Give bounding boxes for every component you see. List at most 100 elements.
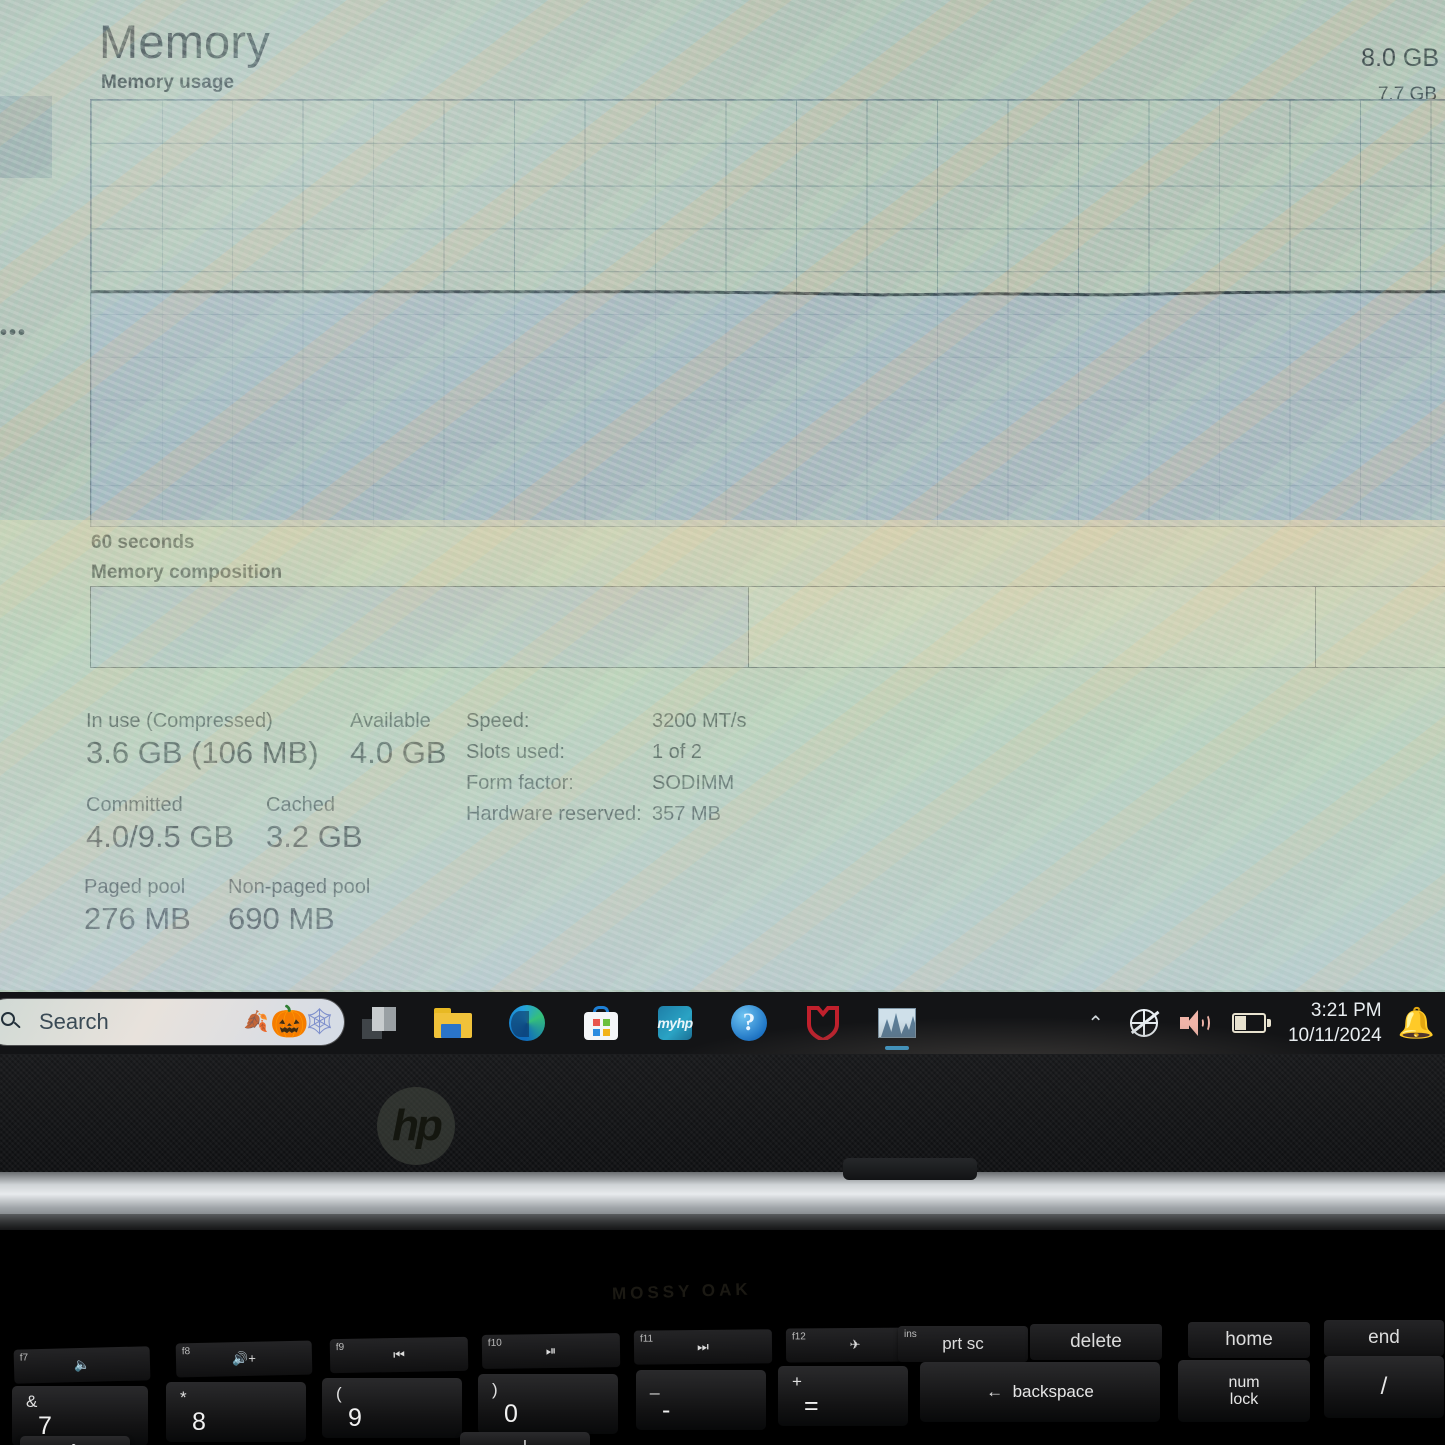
key-f10[interactable]: f10 ⏯ [481, 1333, 621, 1369]
task-view-icon [362, 1007, 396, 1039]
stat-paged-pool-label: Paged pool [84, 876, 186, 898]
key-print-screen[interactable]: ins prt sc [898, 1326, 1028, 1362]
key-backslash[interactable]: | [460, 1432, 590, 1445]
speaker-icon [1179, 1010, 1210, 1036]
info-row: Hardware reserved: 357 MB [466, 803, 746, 826]
stat-committed-label: Committed [86, 794, 183, 816]
graph-time-label: 60 seconds [91, 532, 195, 553]
laptop-screen: ••• Memory 8.0 GB 7.7 GB Memory usage 60… [0, 0, 1445, 992]
search-icon [0, 1011, 22, 1033]
mcafee-shield-icon [807, 1006, 839, 1040]
stat-in-use: In use (Compressed) 3.6 GB (106 MB) [86, 710, 319, 771]
microsoft-store-button[interactable] [580, 1002, 622, 1044]
help-button[interactable]: ? [728, 1002, 770, 1044]
edge-icon [509, 1005, 545, 1041]
key-0[interactable]: ) 0 [478, 1374, 618, 1434]
help-icon: ? [731, 1005, 767, 1041]
active-app-indicator [885, 1046, 909, 1050]
globe-no-internet-icon [1129, 1009, 1160, 1037]
info-key: Slots used: [466, 741, 565, 763]
stat-nonpaged-pool-label: Non-paged pool [228, 876, 371, 898]
info-value: 1 of 2 [652, 741, 703, 763]
stat-committed-value: 4.0/9.5 GB [86, 819, 235, 854]
key-f7[interactable]: f7 🔈 [13, 1346, 151, 1384]
screenshot-root: ••• Memory 8.0 GB 7.7 GB Memory usage 60… [0, 0, 1445, 1445]
key-brace-right[interactable]: } [20, 1436, 130, 1445]
stat-in-use-label: In use (Compressed) [86, 710, 273, 732]
info-key: Speed: [466, 710, 530, 732]
task-view-button[interactable] [358, 1002, 400, 1044]
key-end[interactable]: end [1324, 1320, 1444, 1356]
memory-composition-bar[interactable] [90, 586, 1445, 668]
task-manager-button[interactable] [876, 1002, 918, 1050]
stat-cached: Cached 3.2 GB [266, 794, 363, 855]
windows-taskbar[interactable]: Search 🍂 🎃 🕸 myhp ? ⌃ 3:21 PM 10/11/2024… [0, 992, 1445, 1054]
key-f8[interactable]: f8 🔊+ [175, 1340, 313, 1378]
volume-button[interactable] [1179, 1010, 1210, 1036]
stat-cached-value: 3.2 GB [266, 819, 363, 854]
leaf-icon: 🍂 [243, 1011, 269, 1033]
key-delete[interactable]: delete [1030, 1324, 1162, 1360]
file-explorer-button[interactable] [432, 1002, 474, 1044]
info-value: 357 MB [652, 803, 721, 825]
battery-button[interactable] [1231, 1013, 1271, 1033]
edge-button[interactable] [506, 1002, 548, 1044]
stat-available: Available 4.0 GB [350, 710, 447, 771]
system-tray: ⌃ 3:21 PM 10/11/2024 🔔 [1087, 992, 1445, 1054]
microsoft-store-icon [584, 1006, 618, 1040]
stat-available-value: 4.0 GB [350, 735, 447, 770]
hp-logo: hp [377, 1087, 455, 1165]
memory-usage-label: Memory usage [101, 72, 235, 93]
stat-committed: Committed 4.0/9.5 GB [86, 794, 234, 855]
key-f9[interactable]: f9 ⏮ [329, 1336, 469, 1374]
key-num-lock[interactable]: num lock [1178, 1360, 1310, 1422]
power-button[interactable] [843, 1158, 977, 1180]
key-f11[interactable]: f11 ⏭ [633, 1329, 773, 1365]
stat-paged-pool: Paged pool 276 MB [84, 876, 191, 937]
clock-time: 3:21 PM [1310, 1000, 1382, 1021]
info-row: Form factor: SODIMM [466, 772, 746, 795]
myhp-icon: myhp [657, 1006, 693, 1040]
clock-date: 10/11/2024 [1287, 1025, 1382, 1046]
clock[interactable]: 3:21 PM 10/11/2024 [1288, 998, 1382, 1048]
myhp-button[interactable]: myhp [654, 1002, 696, 1044]
laptop-speaker-grille [0, 1054, 1445, 1172]
comp-segment-modified [749, 587, 1315, 667]
comp-segment-inuse [91, 587, 748, 667]
memory-composition-label: Memory composition [91, 562, 283, 583]
task-manager-window: ••• Memory 8.0 GB 7.7 GB Memory usage 60… [0, 0, 1445, 992]
key-backspace[interactable]: ← backspace [920, 1362, 1160, 1422]
key-slash[interactable]: / [1324, 1356, 1444, 1418]
search-input[interactable]: Search 🍂 🎃 🕸 [0, 999, 344, 1045]
memory-info-table: Speed: 3200 MT/s Slots used: 1 of 2 Form fac… [466, 710, 746, 834]
key-home[interactable]: home [1188, 1322, 1310, 1358]
task-manager-icon [878, 1008, 916, 1038]
key-8[interactable]: * 8 [166, 1382, 306, 1442]
laptop-hinge [0, 1172, 1445, 1230]
info-row: Slots used: 1 of 2 [466, 741, 746, 764]
key-9[interactable]: (9 [322, 1378, 462, 1438]
info-value: 3200 MT/s [652, 710, 747, 732]
tray-overflow-chevron-icon[interactable]: ⌃ [1087, 1011, 1104, 1036]
stat-nonpaged-pool-value: 690 MB [228, 901, 335, 936]
taskbar-icons: myhp ? [358, 992, 918, 1054]
key-minus[interactable]: _ - [636, 1370, 766, 1430]
info-key: Form factor: [466, 772, 574, 794]
stat-cached-label: Cached [266, 794, 335, 816]
total-memory-label: 8.0 GB [1361, 44, 1439, 72]
notification-bell-icon[interactable]: 🔔 [1398, 1006, 1435, 1041]
sidebar-overflow-icon[interactable]: ••• [0, 322, 27, 345]
mcafee-button[interactable] [802, 1002, 844, 1044]
spider-web-icon: 🕸 [302, 1006, 336, 1036]
stat-in-use-value: 3.6 GB (106 MB) [86, 735, 319, 770]
file-explorer-icon [434, 1008, 472, 1038]
sidebar-partial-block [0, 96, 52, 178]
search-placeholder: Search [39, 1009, 109, 1034]
memory-usage-graph[interactable] [90, 99, 1445, 527]
stat-available-label: Available [350, 710, 431, 732]
key-equals[interactable]: + = [778, 1366, 908, 1426]
battery-icon [1231, 1013, 1271, 1033]
network-button[interactable] [1129, 1009, 1160, 1037]
stat-paged-pool-value: 276 MB [84, 901, 191, 936]
stat-nonpaged-pool: Non-paged pool 690 MB [228, 876, 370, 937]
